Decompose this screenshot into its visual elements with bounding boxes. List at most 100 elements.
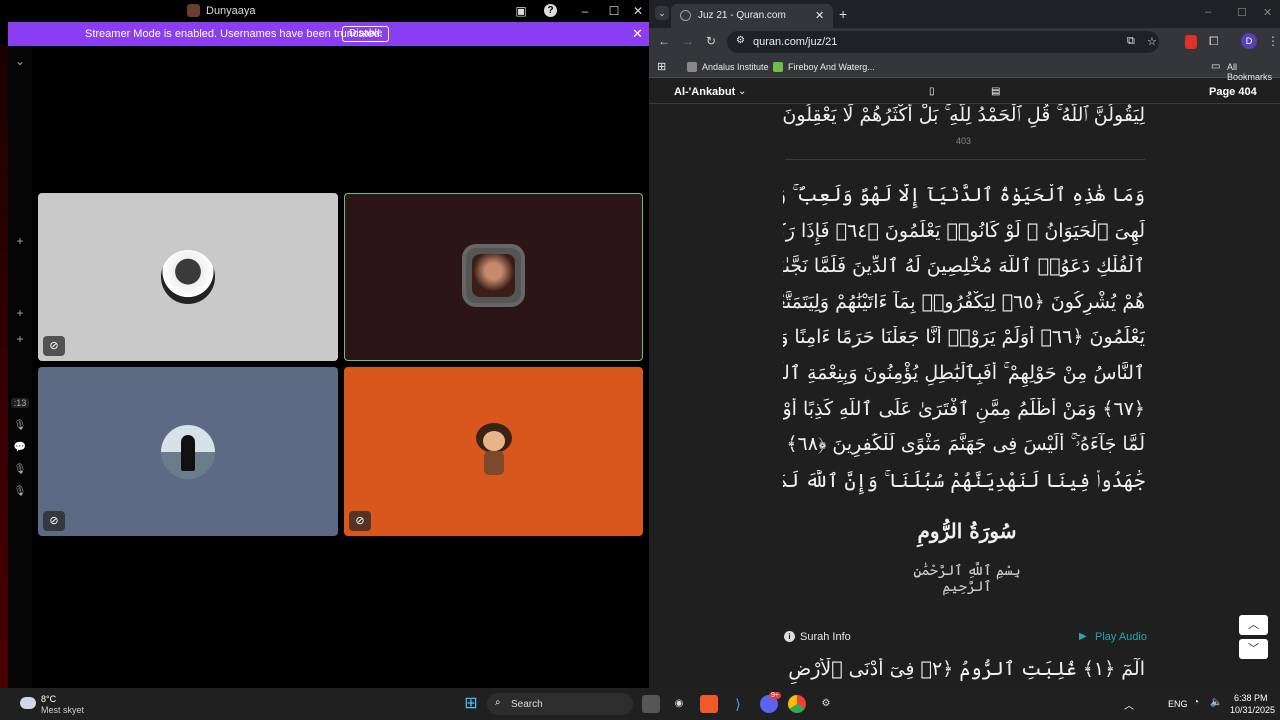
maximize-button[interactable]: ☐ [606,3,622,19]
channel-avatar [187,4,200,17]
tab-strip: ⌄ Juz 21 - Quran.com ✕ + – ☐ ✕ [649,0,1280,28]
close-window-button[interactable]: ✕ [1263,6,1272,19]
weather-description[interactable]: Mest skyet [41,705,84,715]
volume-icon[interactable]: 🔈 [1210,697,1222,708]
minimize-button[interactable]: – [577,3,593,19]
tab-title: Juz 21 - Quran.com [698,10,786,21]
ayah-line: الٓمٓ ﴿١﴾ غُلِبَتِ ٱلرُّومُ ﴿٢﴾ فِىٓ أَد… [783,658,1145,680]
add-icon[interactable]: + [11,306,29,320]
browser-tab[interactable]: Juz 21 - Quran.com ✕ [671,4,833,28]
participant-tile[interactable]: ⊘ [38,367,338,536]
close-banner-icon[interactable]: ✕ [632,26,643,42]
address-bar[interactable]: ⚙ quran.com/juz/21 ⧉ ☆ [727,31,1159,53]
network-icon[interactable]: ◔ [1193,697,1199,708]
back-icon[interactable]: ← [658,34,670,48]
chevron-down-icon[interactable]: ⌄ [11,54,29,68]
clock-time[interactable]: 6:38 PM [1234,693,1268,703]
ayah-line: وَمَا هَٰذِهِ ٱلْحَيَوٰةُ ٱلدُّنْيَآ إِل… [783,184,1145,206]
steam-icon[interactable]: ◉ [670,695,688,713]
participant-tile[interactable]: ⊘ [344,367,643,536]
bookmarks-bar: ⊞ Andalus Institute Fireboy And Waterg..… [649,56,1280,82]
chevron-up-icon[interactable]: ︿ [1124,697,1134,712]
chat-bubble-icon[interactable]: 💬 [11,442,29,453]
surah-info-link[interactable]: Surah Info [800,631,851,643]
close-tab-icon[interactable]: ✕ [815,9,824,22]
ayah-line: ٱلنَّاسُ مِنْ حَوْلِهِمْ ۚ أَفَبِٱلْبَٰط… [783,362,1145,384]
language-indicator[interactable]: ENG [1168,699,1188,709]
ayah-line: لَهِىَ ٱلْحَيَوَانُ ۚ لَوْ كَانُوا۟ يَعْ… [783,220,1145,242]
streamer-mode-banner: Streamer Mode is enabled. Usernames have… [8,22,649,46]
add-icon[interactable]: + [11,332,29,346]
apps-grid-icon[interactable]: ⊞ [657,60,666,73]
ayah-line: ﴿٦٧﴾ وَمَنْ أَظْلَمُ مِمَّنِ ٱفْتَرَىٰ ع… [783,398,1145,420]
ayah-line: لِيَقُولُنَّ ٱللَّهُ ۚ قُلِ ٱلْحَمْدُ لِ… [783,104,1145,128]
muted-mic-icon: ⊘ [43,336,65,356]
participant-tile[interactable] [344,193,643,361]
notification-badge: 9+ [769,692,781,699]
windows-taskbar: 8°C Mest skyet ⊞ ⌕ Search ◉ ⟩ 9+ ⚙ ︿ ENG… [0,688,1280,720]
ayah-line: يَعْلَمُونَ ﴿٦٦﴾ أَوَلَمْ يَرَوْا۟ أَنَّ… [783,326,1145,348]
ayah-line: لَمَّا جَآءَهُۥٓ ۚ أَلَيْسَ فِى جَهَنَّم… [783,433,1145,455]
tab-search-icon[interactable]: ⌄ [655,6,669,20]
maximize-button[interactable]: ☐ [1237,6,1247,19]
streamer-mode-message: Streamer Mode is enabled. Usernames have… [85,28,383,40]
extensions-puzzle-icon[interactable]: ⧠ [1209,34,1219,49]
reading-mode-icon[interactable]: ▯ [929,86,935,97]
page-divider [785,159,1145,160]
add-icon[interactable]: + [11,234,29,248]
bookmark-favicon-icon [773,62,783,72]
clock-date[interactable]: 10/31/2025 [1230,705,1275,715]
minimize-button[interactable]: – [1205,6,1211,18]
chevron-down-icon[interactable]: ⌄ [738,86,746,97]
new-tab-icon[interactable]: + [839,6,847,22]
help-icon[interactable]: ? [544,4,557,17]
disable-streamer-mode-button[interactable]: Disable [342,26,390,42]
search-label: Search [511,699,543,710]
folder-icon: ▭ [1211,61,1221,72]
participant-avatar [161,425,215,479]
taskbar-search-box[interactable]: ⌕ Search [487,693,633,715]
all-bookmarks-link[interactable]: All Bookmarks [1227,62,1280,82]
scroll-up-button[interactable]: ︿ [1239,615,1268,635]
background-strip [0,46,8,688]
install-app-icon[interactable]: ⧉ [1127,35,1135,48]
menu-kebab-icon[interactable]: ⋮ [1267,34,1279,48]
chrome-icon[interactable] [788,695,806,713]
profile-avatar[interactable]: D [1241,33,1257,49]
play-icon[interactable]: ▶ [1079,631,1087,642]
page-label: Page 404 [1209,86,1257,98]
quran-page-header: Al-'Ankabut ⌄ ▯ ▤ Page 404 [649,80,1280,104]
participant-avatar [474,423,514,479]
scroll-down-button[interactable]: ﹀ [1239,639,1268,659]
bookmark-star-icon[interactable]: ☆ [1147,35,1157,48]
browser-window: ⌄ Juz 21 - Quran.com ✕ + – ☐ ✕ ← → ↻ ⚙ q… [649,0,1280,688]
side-rail: ⌄ + + + :13 🎙 💬 🎙 🎙 [8,46,32,688]
surah-selector[interactable]: Al-'Ankabut [674,86,735,98]
muted-mic-icon: ⊘ [43,511,65,531]
forward-icon[interactable]: → [682,34,694,48]
vscode-icon[interactable]: ⟩ [729,695,747,713]
participant-tile[interactable]: ⊘ [38,193,338,361]
bookmark-link[interactable]: Fireboy And Waterg... [788,62,875,72]
surah-heading: سُورَةُ الرُّومِ [917,519,1017,543]
windows-start-icon[interactable]: ⊞ [462,695,480,713]
reload-icon[interactable]: ↻ [706,34,716,48]
participant-avatar [161,250,215,304]
site-info-icon[interactable]: ⚙ [736,35,745,46]
ayah-line: جَٰهَدُوا۟ فِينَا لَنَهْدِيَنَّهُمْ سُبُ… [783,470,1145,492]
app-icon[interactable]: ⚙ [817,695,835,713]
play-audio-button[interactable]: Play Audio [1095,631,1147,643]
brave-browser-icon[interactable] [700,695,718,713]
weather-temperature[interactable]: 8°C [41,694,56,704]
translation-mode-icon[interactable]: ▤ [991,86,1000,97]
extension-shield-icon[interactable] [1185,35,1197,49]
weather-cloud-icon[interactable] [20,697,36,709]
screen-share-icon[interactable]: ▣ [513,3,529,19]
bookmark-link[interactable]: Andalus Institute [702,62,769,72]
close-window-button[interactable]: ✕ [630,3,646,19]
info-icon[interactable]: i [784,631,795,642]
file-explorer-icon[interactable] [642,695,660,713]
muted-mic-icon: ⊘ [349,511,371,531]
participant-avatar [462,244,525,307]
basmala: بِسْمِ ٱللَّهِ ٱلرَّحْمَٰنِ ٱلرَّحِيمِ [913,563,1021,595]
